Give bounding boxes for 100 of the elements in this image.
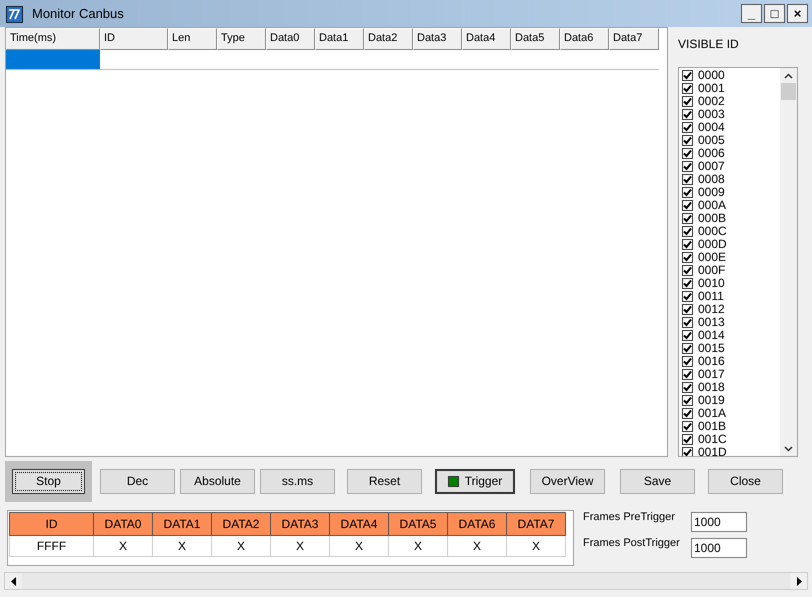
column-header: DATA3 — [270, 512, 330, 536]
scroll-thumb[interactable] — [781, 83, 796, 100]
action-button[interactable]: Trigger — [435, 468, 515, 494]
action-button[interactable]: Reset — [347, 468, 422, 494]
id-label: 0010 — [698, 277, 725, 290]
id-label: 000B — [698, 212, 726, 225]
table-cell[interactable]: X — [152, 536, 212, 556]
checkbox[interactable] — [682, 421, 693, 432]
id-label: 000C — [698, 225, 727, 238]
table-cell[interactable]: X — [94, 536, 152, 556]
column-header[interactable]: Data0 — [266, 28, 315, 50]
id-label: 001B — [698, 420, 726, 433]
checkbox[interactable] — [682, 382, 693, 393]
checkbox[interactable] — [682, 213, 693, 224]
minimize-button[interactable]: _ — [741, 4, 762, 23]
checkbox[interactable] — [682, 70, 693, 81]
id-label: 000E — [698, 251, 726, 264]
checkbox[interactable] — [682, 434, 693, 445]
checkbox[interactable] — [682, 109, 693, 120]
checkbox[interactable] — [682, 395, 693, 406]
panel-title: VISIBLE ID — [678, 36, 740, 53]
close-button[interactable]: × — [787, 4, 808, 23]
column-header: DATA7 — [506, 512, 566, 536]
action-button[interactable]: OverView — [530, 468, 605, 494]
checkbox[interactable] — [682, 369, 693, 380]
checkbox[interactable] — [682, 447, 693, 456]
vertical-scrollbar[interactable] — [780, 68, 797, 456]
checkbox[interactable] — [682, 356, 693, 367]
table-cell[interactable]: X — [506, 536, 566, 556]
column-header[interactable]: Data1 — [315, 28, 364, 50]
column-header[interactable]: Data5 — [511, 28, 560, 50]
id-label: 000F — [698, 264, 726, 277]
action-button[interactable]: ss.ms — [260, 468, 335, 494]
checkbox[interactable] — [682, 252, 693, 263]
checkbox[interactable] — [682, 187, 693, 198]
table-cell[interactable]: X — [330, 536, 388, 556]
table-cell[interactable]: X — [270, 536, 330, 556]
checkbox[interactable] — [682, 96, 693, 107]
checkbox[interactable] — [682, 343, 693, 354]
checkbox[interactable] — [682, 83, 693, 94]
id-label: 0014 — [698, 329, 725, 342]
grid-cell[interactable] — [6, 50, 100, 69]
id-label: 0015 — [698, 342, 725, 355]
action-button[interactable]: Dec — [100, 468, 175, 494]
scroll-left-icon[interactable] — [10, 576, 16, 586]
checkbox[interactable] — [682, 278, 693, 289]
checkbox[interactable] — [682, 317, 693, 328]
id-label: 0016 — [698, 355, 725, 368]
checkbox[interactable] — [682, 148, 693, 159]
id-label: 0002 — [698, 95, 725, 108]
checkbox[interactable] — [682, 304, 693, 315]
checkbox[interactable] — [682, 200, 693, 211]
table-cell[interactable]: FFFF — [10, 536, 94, 556]
column-header[interactable]: Data6 — [560, 28, 609, 50]
id-label: 0012 — [698, 303, 725, 316]
checkbox[interactable] — [682, 239, 693, 250]
checkbox[interactable] — [682, 174, 693, 185]
checkbox[interactable] — [682, 122, 693, 133]
column-header[interactable]: Data2 — [364, 28, 413, 50]
id-label: 0019 — [698, 394, 725, 407]
id-label: 0006 — [698, 147, 725, 160]
checkbox[interactable] — [682, 291, 693, 302]
column-header[interactable]: Time(ms) — [6, 28, 100, 50]
column-header[interactable]: Data4 — [462, 28, 511, 50]
id-label: 0003 — [698, 108, 725, 121]
id-label: 0017 — [698, 368, 725, 381]
table-cell[interactable]: X — [212, 536, 270, 556]
scroll-up-icon[interactable] — [784, 73, 793, 79]
checkbox[interactable] — [682, 330, 693, 341]
action-button[interactable]: Stop — [12, 468, 85, 494]
column-header[interactable]: Len — [168, 28, 217, 50]
checkbox[interactable] — [682, 265, 693, 276]
action-button[interactable]: Close — [708, 468, 783, 494]
column-header: DATA4 — [330, 512, 388, 536]
app-icon — [6, 5, 23, 22]
column-header[interactable]: Data7 — [609, 28, 659, 50]
column-header[interactable]: Type — [217, 28, 266, 50]
id-label: 0000 — [698, 69, 725, 82]
input-field[interactable]: 1000 — [691, 512, 747, 532]
maximize-button[interactable]: □ — [764, 4, 785, 23]
input-field[interactable]: 1000 — [691, 538, 747, 558]
horizontal-scrollbar[interactable] — [4, 572, 808, 590]
checkbox[interactable] — [682, 161, 693, 172]
id-label: 0007 — [698, 160, 725, 173]
checkbox[interactable] — [682, 135, 693, 146]
scroll-down-icon[interactable] — [784, 446, 793, 452]
id-label: 001C — [698, 433, 727, 446]
table-cell[interactable]: X — [448, 536, 506, 556]
action-button[interactable]: Save — [620, 468, 695, 494]
id-label: 001D — [698, 446, 727, 456]
id-label: 0008 — [698, 173, 725, 186]
id-label: 0004 — [698, 121, 725, 134]
action-button[interactable]: Absolute — [180, 468, 255, 494]
column-header[interactable]: Data3 — [413, 28, 462, 50]
column-header: DATA5 — [388, 512, 448, 536]
checkbox[interactable] — [682, 226, 693, 237]
checkbox[interactable] — [682, 408, 693, 419]
column-header[interactable]: ID — [100, 28, 168, 50]
scroll-right-icon[interactable] — [796, 576, 802, 586]
table-cell[interactable]: X — [388, 536, 448, 556]
